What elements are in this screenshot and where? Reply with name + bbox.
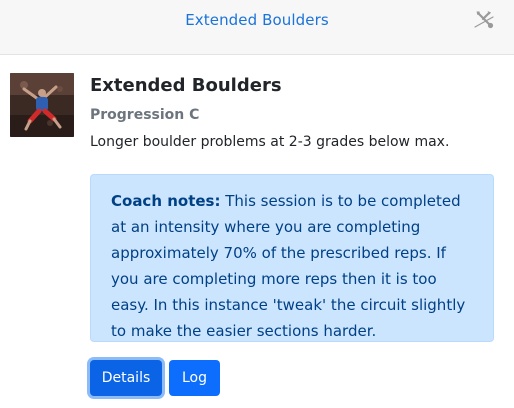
- page-title: Extended Boulders: [185, 11, 329, 29]
- tools-icon[interactable]: [472, 8, 496, 32]
- session-info: Extended Boulders Progression C Longer b…: [90, 75, 500, 151]
- top-bar: Extended Boulders: [0, 0, 514, 55]
- session-description: Longer boulder problems at 2-3 grades be…: [90, 134, 450, 150]
- coach-notes-text: This session is to be completed at an in…: [111, 192, 466, 340]
- session-progression: Progression C: [90, 107, 200, 123]
- details-button[interactable]: Details: [90, 360, 162, 396]
- session-title: Extended Boulders: [90, 75, 282, 96]
- coach-notes-alert: Coach notes: This session is to be compl…: [90, 174, 494, 342]
- coach-notes-label: Coach notes:: [111, 192, 221, 210]
- log-button[interactable]: Log: [169, 360, 220, 396]
- session-card: Extended Boulders Progression C Longer b…: [0, 55, 514, 408]
- session-thumbnail: [10, 73, 74, 137]
